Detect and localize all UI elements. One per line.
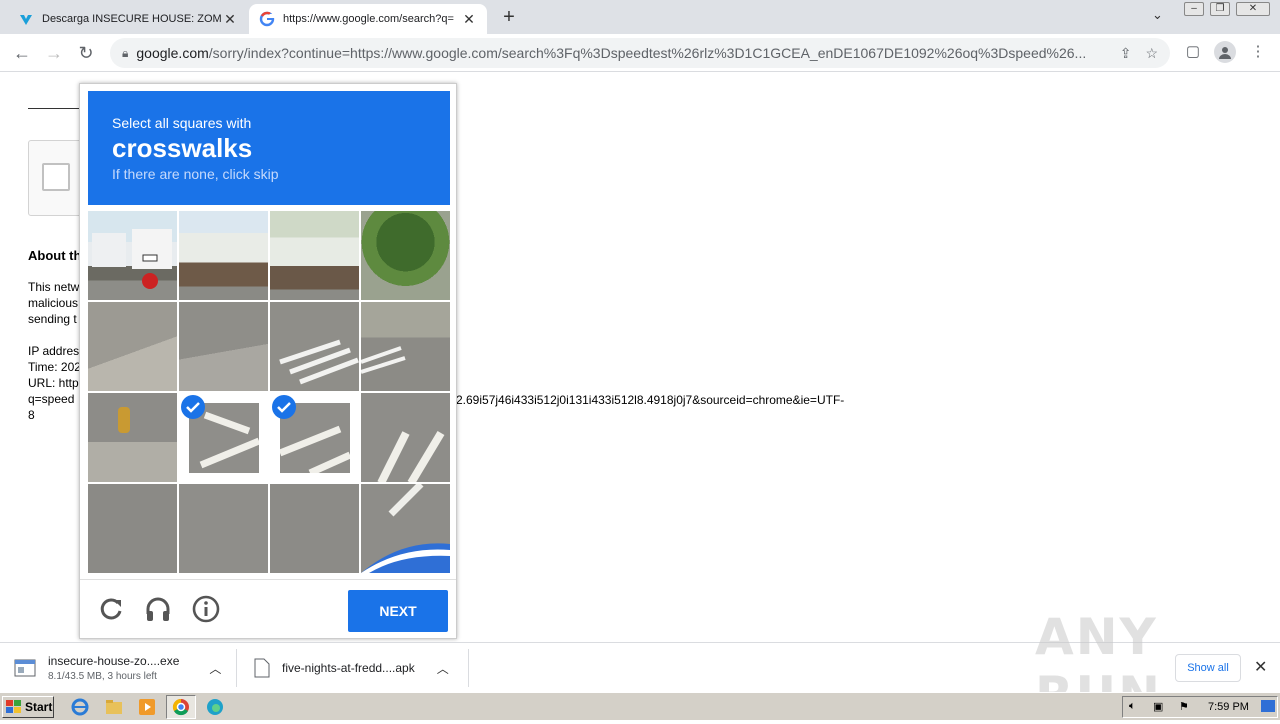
captcha-tile[interactable] xyxy=(270,484,359,573)
captcha-tile[interactable] xyxy=(361,211,450,300)
captcha-instruction: Select all squares with xyxy=(112,115,252,131)
captcha-tile[interactable] xyxy=(179,302,268,391)
tab-search-chevron-icon[interactable]: ⌄ xyxy=(1152,7,1163,23)
ie-icon[interactable] xyxy=(70,697,90,717)
para-line: This netw xyxy=(28,280,80,294)
menu-kebab-icon[interactable]: ⋮ xyxy=(1247,42,1269,60)
captcha-image-grid xyxy=(88,211,450,573)
exe-file-icon xyxy=(14,657,36,679)
captcha-tile[interactable] xyxy=(88,393,177,482)
download-status: 8.1/43.5 MB, 3 hours left xyxy=(48,671,157,682)
tab-title: Descarga INSECURE HOUSE: ZOMBIE xyxy=(42,13,222,25)
selected-checkmark-icon xyxy=(181,395,205,419)
info-line: 8 xyxy=(28,408,35,422)
address-bar[interactable]: 🔒︎ google.com/sorry/index?continue=https… xyxy=(110,38,1170,68)
tab-title: https://www.google.com/search?q= xyxy=(283,13,454,25)
captcha-tile[interactable] xyxy=(88,211,177,300)
next-button[interactable]: NEXT xyxy=(348,590,448,632)
reload-icon[interactable]: ↻ xyxy=(74,41,98,65)
captcha-tile[interactable] xyxy=(361,302,450,391)
captcha-tile[interactable] xyxy=(270,302,359,391)
captcha-challenge: Select all squares with crosswalks If th… xyxy=(79,83,457,639)
lock-icon[interactable]: 🔒︎ xyxy=(122,46,128,61)
file-icon xyxy=(254,658,270,678)
captcha-tile[interactable] xyxy=(179,211,268,300)
captcha-tile[interactable] xyxy=(270,211,359,300)
download-item-apk[interactable]: five-nights-at-fredd....apk ︿ xyxy=(254,647,464,689)
folder-icon[interactable] xyxy=(104,697,124,717)
back-arrow-icon[interactable]: ← xyxy=(10,41,34,65)
recaptcha-checkbox[interactable] xyxy=(42,163,70,191)
download-site-icon xyxy=(18,11,34,27)
side-panel-icon[interactable]: ▢ xyxy=(1182,42,1204,60)
para-line: sending t xyxy=(28,312,77,326)
reload-challenge-icon[interactable] xyxy=(96,594,126,624)
browser-toolbar: ← → ↻ 🔒︎ google.com/sorry/index?continue… xyxy=(0,34,1280,72)
info-line: Time: 202 xyxy=(28,360,81,374)
url-continuation: 2.69i57j46i433i512j0i131i433i512l8.4918j… xyxy=(456,393,845,407)
tab-descarga[interactable]: Descarga INSECURE HOUSE: ZOMBIE ✕ xyxy=(8,4,248,34)
captcha-header: Select all squares with crosswalks If th… xyxy=(88,91,450,205)
taskbar-clock: 7:59 PM xyxy=(1208,701,1249,713)
captcha-footer: NEXT xyxy=(80,579,456,639)
info-line: URL: http xyxy=(28,376,79,390)
start-button[interactable]: Start xyxy=(2,696,54,718)
edge-icon[interactable] xyxy=(205,697,225,717)
info-line: IP addres xyxy=(28,344,80,358)
divider xyxy=(468,649,469,687)
chevron-up-icon[interactable]: ︿ xyxy=(209,660,221,677)
divider xyxy=(236,649,237,687)
flag-icon[interactable]: ⚑ xyxy=(1179,700,1189,713)
captcha-tile[interactable] xyxy=(179,484,268,573)
network-icon[interactable]: ▣ xyxy=(1153,700,1163,713)
google-icon xyxy=(259,11,275,27)
tab-google-search[interactable]: https://www.google.com/search?q= ✕ xyxy=(249,4,487,34)
address-url[interactable]: google.com/sorry/index?continue=https://… xyxy=(136,45,1105,61)
info-line: q=speed xyxy=(28,392,75,406)
download-filename: insecure-house-zo....exe xyxy=(48,654,180,668)
captcha-tile[interactable] xyxy=(361,393,450,482)
bookmark-star-icon[interactable]: ☆ xyxy=(1145,45,1158,62)
minimize-button[interactable]: – xyxy=(1184,2,1204,16)
chrome-taskbar-button[interactable] xyxy=(166,695,196,719)
captcha-tile[interactable] xyxy=(88,484,177,573)
about-heading: About th xyxy=(28,248,82,263)
captcha-target: crosswalks xyxy=(112,133,253,163)
audio-challenge-headphones-icon[interactable] xyxy=(143,594,173,624)
captcha-tile[interactable] xyxy=(361,484,450,573)
restore-button[interactable]: ❐ xyxy=(1210,2,1230,16)
tab-strip: Descarga INSECURE HOUSE: ZOMBIE ✕ https:… xyxy=(0,0,1280,34)
tab-close-icon[interactable]: ✕ xyxy=(461,11,477,28)
tab-close-icon[interactable]: ✕ xyxy=(222,11,238,28)
selected-checkmark-icon xyxy=(272,395,296,419)
info-icon[interactable] xyxy=(191,594,221,624)
profile-avatar-icon[interactable] xyxy=(1214,41,1236,63)
new-tab-button[interactable]: + xyxy=(498,6,520,29)
show-desktop-icon[interactable] xyxy=(1261,700,1275,712)
forward-arrow-icon[interactable]: → xyxy=(42,41,66,65)
download-filename: five-nights-at-fredd....apk xyxy=(282,661,415,675)
chevron-up-icon[interactable]: ︿ xyxy=(437,660,449,677)
para-line: malicious xyxy=(28,296,79,310)
media-player-icon[interactable] xyxy=(137,697,157,717)
taskbar: Start 🔈︎ ▣ ⚑ 7:59 PM xyxy=(0,692,1280,720)
download-item-exe[interactable]: insecure-house-zo....exe 8.1/43.5 MB, 3 … xyxy=(14,647,224,689)
captcha-tile[interactable] xyxy=(88,302,177,391)
close-window-button[interactable]: ✕ xyxy=(1236,2,1270,16)
volume-icon[interactable]: 🔈︎ xyxy=(1129,700,1136,713)
windows-logo-icon xyxy=(6,700,21,713)
share-icon[interactable]: ⇪ xyxy=(1120,45,1132,62)
captcha-hint: If there are none, click skip xyxy=(112,166,279,182)
system-tray: 🔈︎ ▣ ⚑ xyxy=(1122,696,1278,718)
